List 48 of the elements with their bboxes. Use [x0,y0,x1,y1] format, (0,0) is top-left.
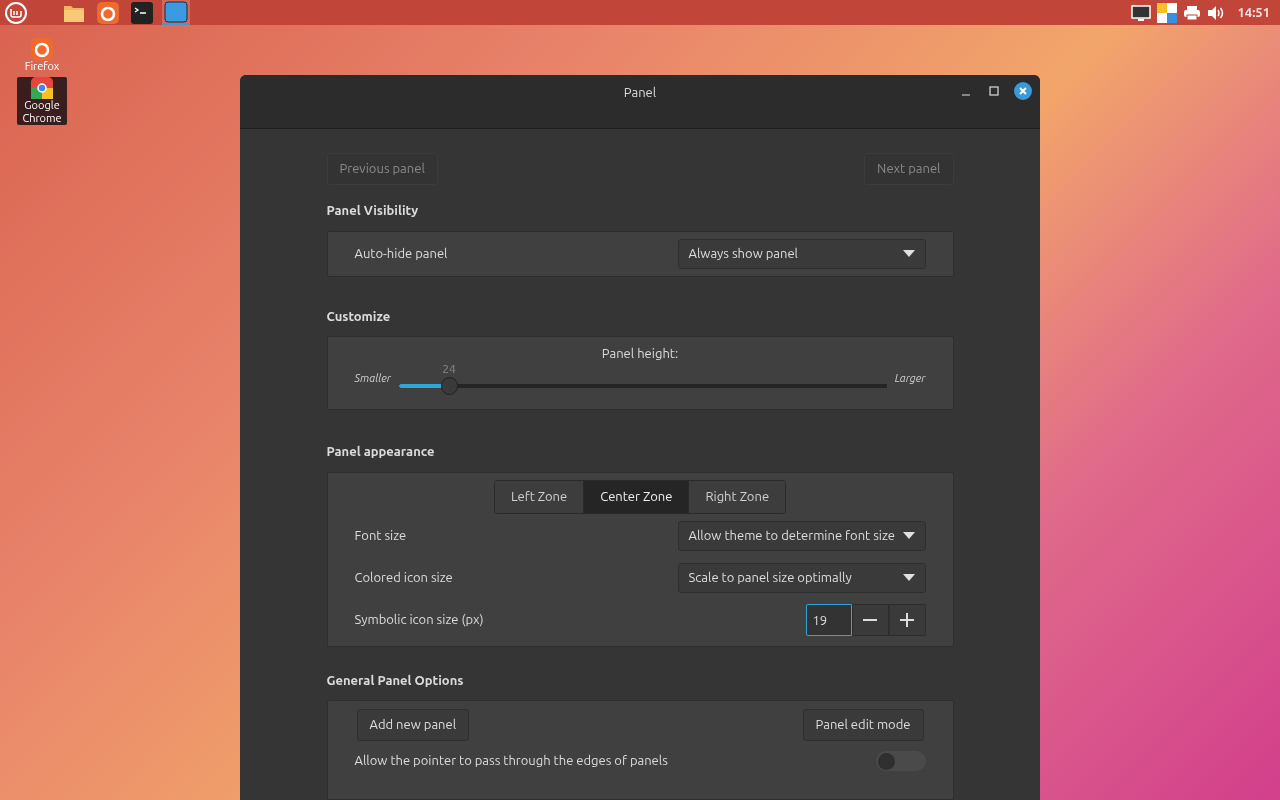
taskbar-launcher[interactable] [128,0,156,25]
desktop-icon[interactable]: Google Chrome [17,77,67,125]
desktop-icon-label: Google Chrome [21,99,63,125]
section-title: Panel Visibility [326,202,420,219]
setting-label: Colored icon size [354,568,453,586]
speaker-icon[interactable] [1207,4,1226,21]
section-title: Panel appearance [326,443,436,460]
slider-max-label: Larger [894,371,926,386]
dropdown[interactable]: Always show panel [677,238,926,269]
tiles-icon[interactable] [1157,2,1178,23]
maximize-icon[interactable] [986,83,1002,99]
setting-label: Font size [354,526,407,544]
zone-tab[interactable]: Center Zone [583,480,689,513]
slider-thumb[interactable] [441,376,459,395]
dropdown[interactable]: Allow theme to determine font size [677,520,926,551]
desktop-icon-label: Firefox [23,60,61,73]
number-field[interactable]: 19 [805,603,852,636]
dropdown[interactable]: Scale to panel size optimally [677,562,926,593]
slider-min-label: Smaller [354,371,392,386]
decrement-button[interactable] [851,603,889,636]
window-icon [164,0,188,23]
plus-icon [900,612,914,627]
toggle-switch[interactable] [875,751,926,771]
caret-icon [902,250,915,257]
caret-icon [902,574,915,581]
taskbar-launcher[interactable] [94,0,122,25]
section-title: General Panel Options [326,671,465,689]
clock[interactable]: 14:51 [1231,2,1276,23]
minus-icon [863,618,877,621]
setting-label: Allow the pointer to pass through the edges of panels [354,752,668,770]
close-icon[interactable] [1014,82,1032,100]
setting-label: Symbolic icon size (px) [354,610,484,629]
printer-icon[interactable] [1183,4,1202,21]
monitor-icon[interactable] [1131,4,1152,21]
browser-icon [31,77,53,99]
slider-value: 24 [442,360,456,377]
section-title: Customize [326,307,392,325]
add-panel-button[interactable]: Add new panel [356,709,470,741]
browser-icon [97,1,119,24]
menu-icon[interactable] [4,0,28,25]
setting-label: Auto-hide panel [354,244,448,262]
increment-button[interactable] [888,603,926,636]
terminal-icon [131,1,153,24]
caret-icon [902,532,915,539]
slider-heading: Panel height: [601,345,679,362]
edit-mode-button[interactable]: Panel edit mode [802,709,924,741]
browser-icon [31,38,53,60]
window-title: Panel [623,84,657,101]
